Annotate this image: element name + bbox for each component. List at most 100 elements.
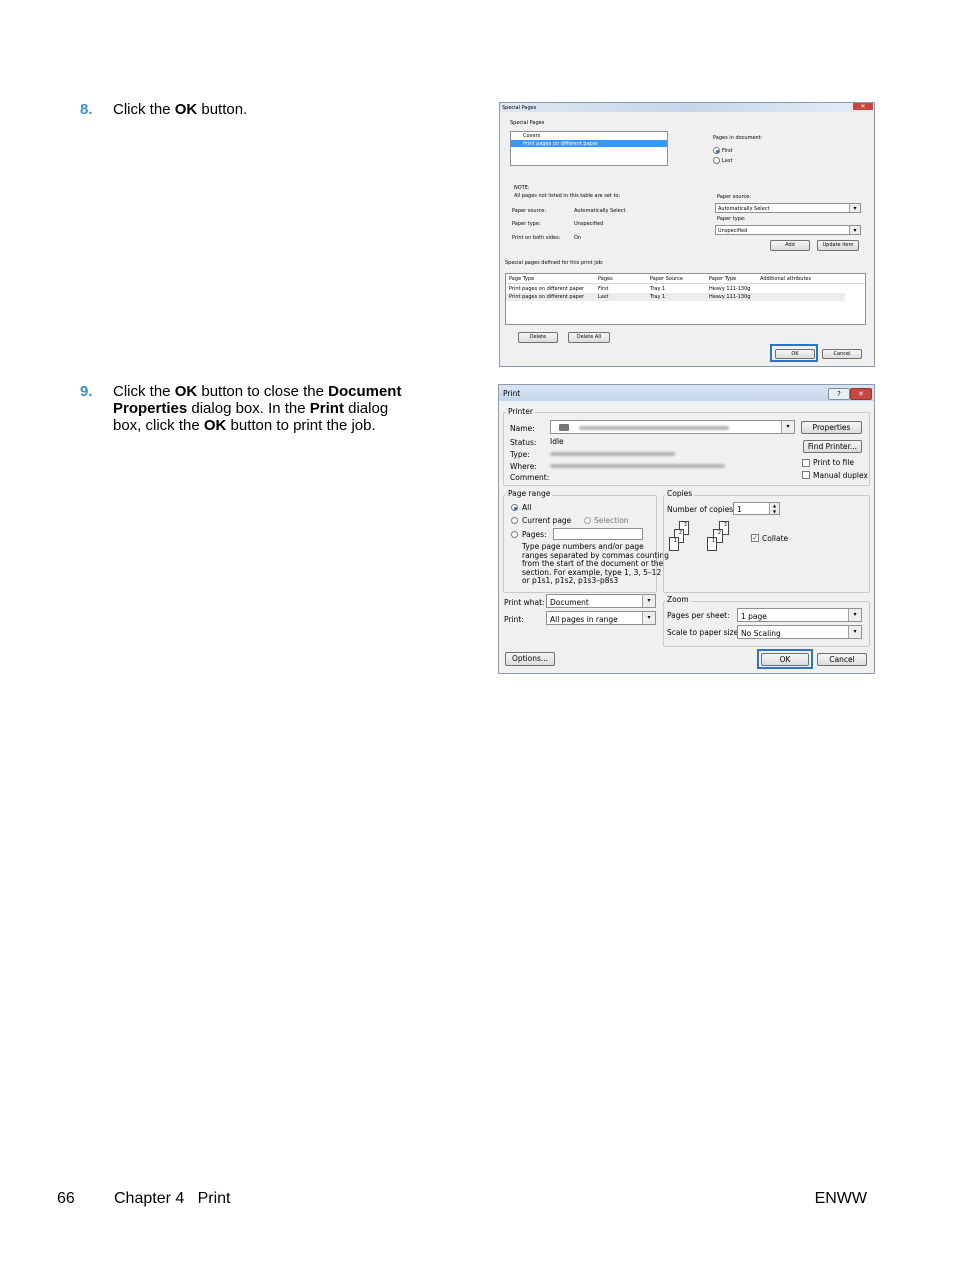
page-stack-icon: 1 [707,537,717,551]
close-button[interactable]: ✕ [850,388,872,400]
name-label: Name: [510,424,535,433]
defined-pages-label: Special pages defined for this print job… [505,260,604,266]
manual-duplex-checkbox[interactable] [802,471,810,479]
selection-label: Selection [594,516,629,525]
note-text: All pages not listed in this table are s… [514,193,621,199]
chevron-down-icon: ▾ [849,226,860,234]
note-label: NOTE: [514,185,530,191]
collate-checkbox[interactable]: ✓ [751,534,759,542]
help-line: or p1s1, p1s2, p1s3–p8s3 [522,576,619,586]
list-item-selected[interactable]: Print pages on different paper [511,140,667,147]
paper-source-select[interactable]: Automatically Select ▾ [715,203,861,213]
cancel-button[interactable]: Cancel [822,349,862,359]
table-row[interactable]: Print pages on different paper First Tra… [506,285,845,293]
step-9-number: 9. [80,383,93,400]
chevron-down-icon: ▾ [848,609,861,621]
note-row-value: Automatically Select [574,208,626,214]
spinner-arrows-icon[interactable]: ▲ ▼ [769,503,779,514]
copies-label: Copies [665,489,695,498]
pages-per-sheet-value: 1 page [741,612,767,621]
title-bar: Special Pages ✕ [500,103,874,112]
print-what-select[interactable]: Document ▾ [546,594,656,608]
pages-help-text: Type page numbers and/or page ranges sep… [522,542,669,586]
dialog-title: Print [503,389,521,398]
chapter-label: Chapter 4 Print [114,1190,231,1207]
paper-source-value: Automatically Select [718,206,770,212]
delete-all-button[interactable]: Delete All [568,332,610,343]
status-value: Idle [550,437,564,446]
column-header[interactable]: Pages [598,276,613,282]
properties-button[interactable]: Properties [801,421,862,434]
close-icon: ✕ [858,390,864,398]
redacted-printer-name [579,426,729,430]
paper-source-label: Paper source: [717,194,752,200]
cell: Heavy 111-130g [709,294,751,300]
pages-input[interactable] [553,528,643,540]
radio-pages[interactable] [511,531,518,538]
special-pages-list[interactable]: Covers Print pages on different paper [510,131,668,166]
help-icon: ? [837,390,841,398]
pages-in-document-label: Pages in document: [713,135,763,141]
add-button[interactable]: Add [770,240,810,251]
column-header[interactable]: Additional attributes [760,276,811,282]
note-row-value: Unspecified [574,221,604,227]
column-header[interactable]: Paper Type [709,276,736,282]
cell: Tray 1 [650,286,666,292]
cell: First [598,286,609,292]
column-header[interactable]: Page Type [509,276,534,282]
print-to-file-label: Print to file [813,458,854,467]
cancel-button[interactable]: Cancel [817,653,867,666]
options-button[interactable]: Options... [505,652,555,666]
help-button[interactable]: ? [828,388,850,400]
step-9-text: Click the OK button to close the Documen… [113,383,402,434]
page-number: 66 [57,1190,75,1207]
delete-button[interactable]: Delete [518,332,558,343]
update-item-button[interactable]: Update item [817,240,859,251]
radio-first[interactable] [713,147,720,154]
paper-type-select[interactable]: Unspecified ▾ [715,225,861,235]
print-what-label: Print what: [504,598,545,607]
printer-group-label: Printer [506,407,535,416]
title-bar: Print ? ✕ [499,385,874,401]
close-button[interactable]: ✕ [853,103,873,110]
column-header[interactable]: Paper Source [650,276,683,282]
radio-first-label: First [722,148,733,154]
print-label: Print: [504,615,524,624]
printer-icon [559,424,569,431]
type-label: Type: [510,450,530,459]
chevron-down-icon: ▾ [642,612,655,624]
list-item[interactable]: Covers [511,132,667,139]
pages-per-sheet-select[interactable]: 1 page ▾ [737,608,862,622]
print-dialog: Print ? ✕ Printer Name: ▾ Properties Sta… [498,384,875,674]
printer-name-select[interactable]: ▾ [550,420,795,434]
print-select[interactable]: All pages in range ▾ [546,611,656,625]
special-pages-table: Page Type Pages Paper Source Paper Type … [505,273,866,325]
step-8-text: Click the OK button. [113,101,248,118]
radio-last[interactable] [713,157,720,164]
chevron-down-icon: ▾ [849,204,860,212]
chevron-down-icon: ▾ [781,421,794,433]
radio-all[interactable] [511,504,518,511]
print-to-file-checkbox[interactable] [802,459,810,467]
footer-right: ENWW [814,1190,867,1207]
radio-all-label: All [522,503,532,512]
table-row[interactable]: Print pages on different paper Last Tray… [506,293,845,301]
radio-current-page[interactable] [511,517,518,524]
chevron-down-icon: ▾ [642,595,655,607]
note-row-label: Paper type: [512,221,541,227]
find-printer-button[interactable]: Find Printer... [803,440,862,453]
ok-button[interactable]: OK [775,349,815,359]
note-row-label: Print on both sides: [512,235,561,241]
cell: Heavy 111-130g [709,286,751,292]
radio-selection[interactable] [584,517,591,524]
cell: Last [598,294,609,300]
scale-select[interactable]: No Scaling ▾ [737,625,862,639]
ok-button[interactable]: OK [761,653,809,666]
number-of-copies-label: Number of copies: [667,505,736,514]
print-value: All pages in range [550,615,618,624]
copies-spinner[interactable]: 1 ▲ ▼ [733,502,780,515]
redacted-type [550,452,675,456]
manual-duplex-label: Manual duplex [813,471,868,480]
table-header: Page Type Pages Paper Source Paper Type … [506,274,865,284]
dialog-subtitle: Special Pages [510,120,545,126]
